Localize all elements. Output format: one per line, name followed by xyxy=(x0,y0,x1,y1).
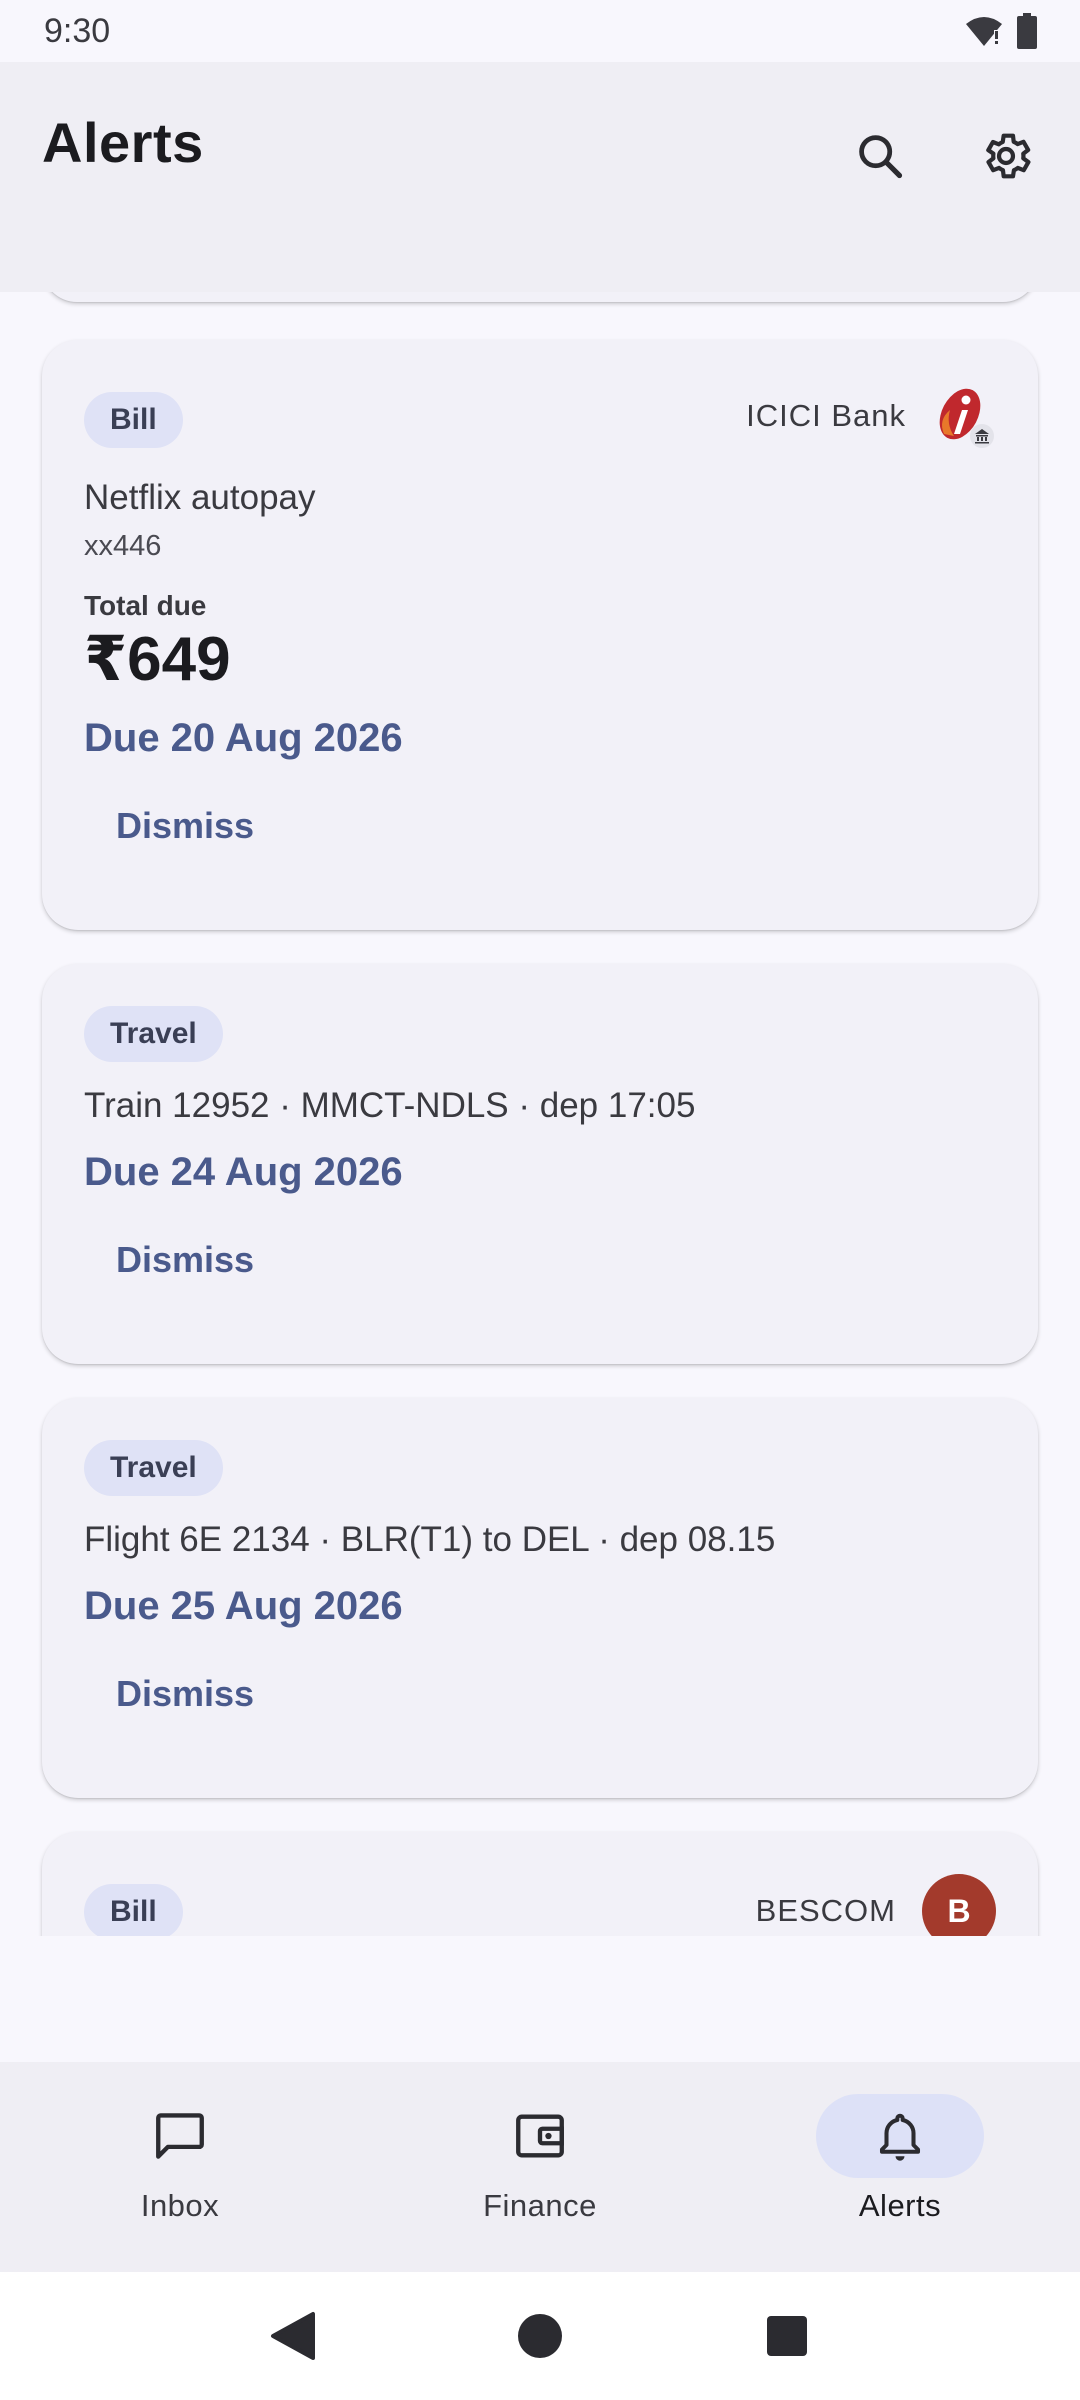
icici-logo-icon xyxy=(932,384,996,448)
home-button[interactable] xyxy=(500,2296,580,2376)
back-triangle-icon xyxy=(271,2312,316,2360)
status-icons xyxy=(964,13,1038,49)
battery-icon xyxy=(1017,13,1037,49)
status-time: 9:30 xyxy=(44,11,111,50)
alert-card-flight[interactable]: Travel Flight 6E 2134 · BLR(T1) to DEL ·… xyxy=(42,1398,1038,1798)
alert-subtitle: xx446 xyxy=(84,530,162,562)
due-date: Due 24 Aug 2026 xyxy=(84,1150,403,1194)
home-circle-icon xyxy=(517,2314,562,2358)
issuer: BESCOM B xyxy=(756,1874,996,1936)
dismiss-button[interactable]: Dismiss xyxy=(84,1654,286,1734)
alert-card-netflix[interactable]: Bill ICICI Bank Netflix autopay xx446 To… xyxy=(42,340,1038,930)
alert-card-previous xyxy=(42,292,1038,302)
gear-icon xyxy=(986,133,1031,179)
alert-chip: Bill xyxy=(84,1884,183,1936)
screen: 9:30 Alerts Bill ICICI Bank Netflix auto… xyxy=(0,0,1080,2400)
recents-square-icon xyxy=(766,2316,807,2356)
alert-title: Train 12952 · MMCT-NDLS · dep 17:05 xyxy=(84,1086,696,1125)
amount: ₹649 xyxy=(84,625,231,694)
alert-title: Netflix autopay xyxy=(84,478,316,517)
nav-label: Finance xyxy=(483,2188,597,2223)
search-icon xyxy=(859,135,903,179)
status-bar: 9:30 xyxy=(0,0,1080,62)
nav-pill xyxy=(456,2094,624,2178)
alert-card-bescom[interactable]: Bill BESCOM B xyxy=(42,1832,1038,1936)
wifi-icon xyxy=(966,17,1002,46)
system-navigation-bar xyxy=(0,2272,1080,2400)
recents-button[interactable] xyxy=(747,2296,827,2376)
nav-item-alerts[interactable]: Alerts xyxy=(720,2062,1080,2272)
issuer-name: ICICI Bank xyxy=(746,398,906,433)
alert-chip: Travel xyxy=(84,1440,223,1496)
alerts-list[interactable]: Bill ICICI Bank Netflix autopay xx446 To… xyxy=(0,292,1080,1936)
nav-pill-active xyxy=(816,2094,984,2178)
page-title: Alerts xyxy=(42,111,204,174)
bell-icon xyxy=(879,2113,921,2161)
alert-chip: Bill xyxy=(84,392,183,448)
issuer: ICICI Bank xyxy=(746,384,996,448)
chat-bubble-icon xyxy=(156,2113,204,2159)
back-button[interactable] xyxy=(253,2296,333,2376)
alert-card-train[interactable]: Travel Train 12952 · MMCT-NDLS · dep 17:… xyxy=(42,964,1038,1364)
nav-item-inbox[interactable]: Inbox xyxy=(0,2062,360,2272)
nav-label: Alerts xyxy=(858,2188,942,2223)
settings-button[interactable] xyxy=(966,116,1046,196)
nav-item-finance[interactable]: Finance xyxy=(360,2062,720,2272)
dismiss-button[interactable]: Dismiss xyxy=(84,786,286,866)
alert-chip: Travel xyxy=(84,1006,223,1062)
alert-title: Flight 6E 2134 · BLR(T1) to DEL · dep 08… xyxy=(84,1520,776,1559)
total-due-label: Total due xyxy=(84,590,207,621)
nav-pill xyxy=(96,2094,264,2178)
issuer-name: BESCOM xyxy=(755,1893,896,1928)
due-date: Due 25 Aug 2026 xyxy=(84,1584,403,1628)
search-button[interactable] xyxy=(840,116,920,196)
due-date: Due 20 Aug 2026 xyxy=(84,716,403,760)
nav-label: Inbox xyxy=(140,2188,220,2223)
bottom-navigation: Inbox Finance Alerts xyxy=(0,2062,1080,2272)
bescom-avatar: B xyxy=(922,1874,996,1936)
dismiss-button[interactable]: Dismiss xyxy=(84,1220,286,1300)
wallet-icon xyxy=(516,2114,564,2158)
